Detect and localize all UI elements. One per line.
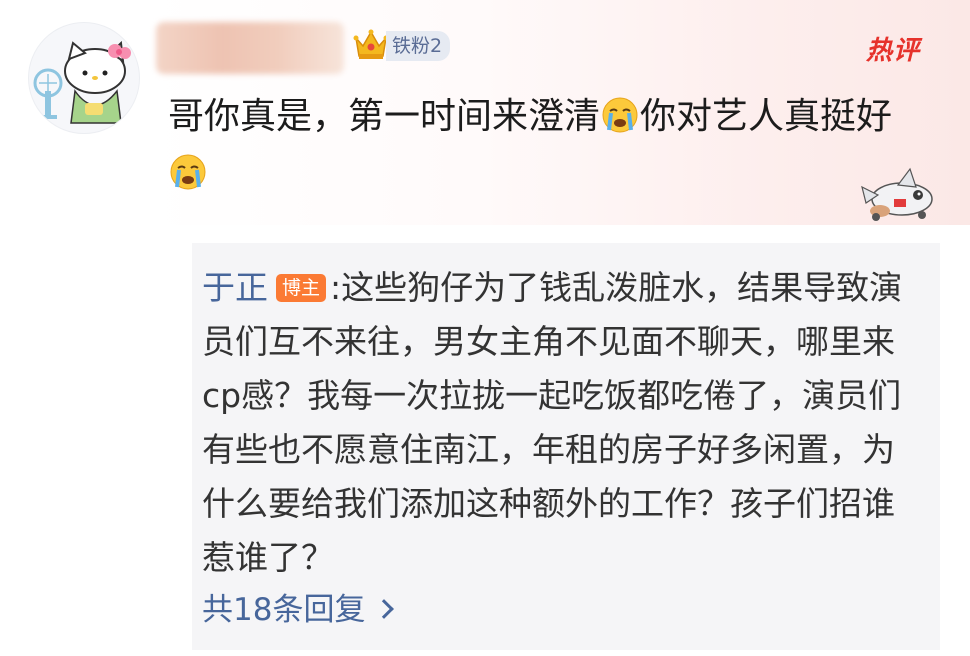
fan-level-badge: 铁粉2 [386, 31, 451, 61]
comment-text-part1: 哥你真是，第一时间来澄清 [168, 96, 601, 137]
comment-text-part2: 你对艺人真挺好 [640, 96, 893, 137]
username-redacted [156, 22, 344, 74]
crying-face-emoji [602, 97, 638, 133]
comment-text: 哥你真是，第一时间来澄清 你对艺人真挺好 [168, 88, 908, 202]
reply-box[interactable]: 于正 博主:这些狗仔为了钱乱泼脏水，结果导致演员们互不来往，男女主角不见面不聊天，… [192, 243, 940, 650]
crying-face-emoji [170, 154, 206, 190]
view-replies-link[interactable]: 共18条回复 [202, 585, 395, 635]
author-badge: 博主 [276, 274, 327, 302]
crown-icon [353, 29, 389, 59]
reply-author-name[interactable]: 于正 [202, 268, 268, 307]
hot-comment-tag: 热评 [866, 36, 921, 66]
avatar[interactable] [28, 22, 140, 134]
cartoon-plane-icon [861, 167, 933, 221]
reply-count-label: 共18条回复 [202, 592, 366, 628]
chevron-right-icon [374, 599, 395, 619]
reply-content: 于正 博主:这些狗仔为了钱乱泼脏水，结果导致演员们互不来往，男女主角不见面不聊天，… [202, 261, 922, 585]
reply-text: :这些狗仔为了钱乱泼脏水，结果导致演员们互不来往，男女主角不见面不聊天，哪里来c… [202, 268, 903, 577]
